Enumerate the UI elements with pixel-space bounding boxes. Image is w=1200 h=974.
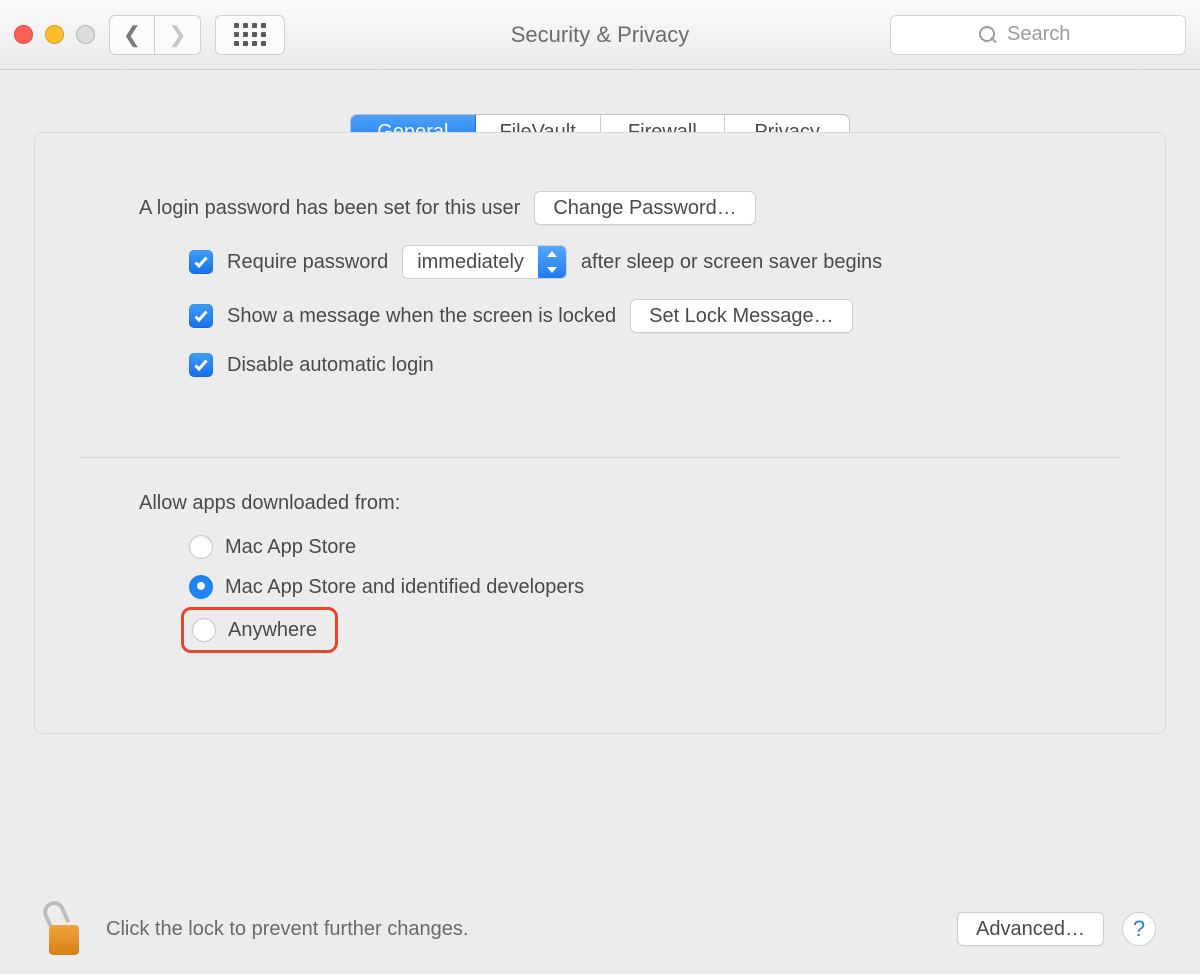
chevron-right-icon: ❯	[168, 22, 186, 48]
zoom-window-button[interactable]	[76, 25, 95, 44]
updown-icon	[538, 246, 566, 278]
radio-mac-app-store[interactable]: Mac App Store	[189, 527, 1061, 567]
login-password-row: A login password has been set for this u…	[139, 191, 1061, 225]
show-all-prefs-button[interactable]	[215, 15, 285, 55]
require-password-label-after: after sleep or screen saver begins	[581, 251, 882, 274]
search-input[interactable]	[1007, 23, 1097, 46]
search-icon	[979, 26, 997, 44]
disable-autologin-checkbox[interactable]	[189, 353, 213, 377]
footer: Click the lock to prevent further change…	[0, 884, 1200, 974]
check-icon	[193, 357, 209, 373]
titlebar: ❮ ❯ Security & Privacy	[0, 0, 1200, 70]
grid-icon	[234, 23, 266, 46]
general-panel: A login password has been set for this u…	[34, 132, 1166, 734]
change-password-button[interactable]: Change Password…	[534, 191, 755, 225]
radio-button[interactable]	[189, 535, 213, 559]
check-icon	[193, 254, 209, 270]
disable-autologin-label: Disable automatic login	[227, 354, 434, 377]
window-controls	[14, 25, 95, 44]
minimize-window-button[interactable]	[45, 25, 64, 44]
radio-mac-app-store-identified[interactable]: Mac App Store and identified developers	[189, 567, 1061, 607]
advanced-button[interactable]: Advanced…	[957, 912, 1104, 946]
nav-buttons: ❮ ❯	[109, 15, 201, 55]
require-password-delay-select[interactable]: immediately	[402, 245, 567, 279]
lock-icon[interactable]	[44, 903, 84, 955]
radio-button[interactable]	[189, 575, 213, 599]
lock-hint-text: Click the lock to prevent further change…	[106, 918, 468, 941]
allow-apps-heading-row: Allow apps downloaded from:	[139, 492, 1061, 515]
allow-apps-heading: Allow apps downloaded from:	[139, 492, 400, 515]
check-icon	[193, 308, 209, 324]
require-password-row: Require password immediately after sleep…	[189, 245, 1061, 279]
help-button[interactable]: ?	[1122, 912, 1156, 946]
disable-autologin-row: Disable automatic login	[189, 353, 1061, 377]
radio-anywhere-highlight: Anywhere	[181, 607, 338, 653]
section-divider	[79, 457, 1121, 458]
back-button[interactable]: ❮	[109, 15, 155, 55]
radio-label: Mac App Store	[225, 536, 356, 559]
radio-label: Mac App Store and identified developers	[225, 576, 584, 599]
require-password-checkbox[interactable]	[189, 250, 213, 274]
forward-button[interactable]: ❯	[155, 15, 201, 55]
radio-label: Anywhere	[228, 619, 317, 642]
radio-button[interactable]	[192, 618, 216, 642]
login-password-text: A login password has been set for this u…	[139, 197, 520, 220]
select-value: immediately	[403, 246, 538, 278]
show-lock-message-label: Show a message when the screen is locked	[227, 305, 616, 328]
require-password-label-before: Require password	[227, 251, 388, 274]
search-field[interactable]	[890, 15, 1186, 55]
show-lock-message-row: Show a message when the screen is locked…	[189, 299, 1061, 333]
chevron-left-icon: ❮	[123, 22, 141, 48]
close-window-button[interactable]	[14, 25, 33, 44]
set-lock-message-button[interactable]: Set Lock Message…	[630, 299, 853, 333]
show-lock-message-checkbox[interactable]	[189, 304, 213, 328]
